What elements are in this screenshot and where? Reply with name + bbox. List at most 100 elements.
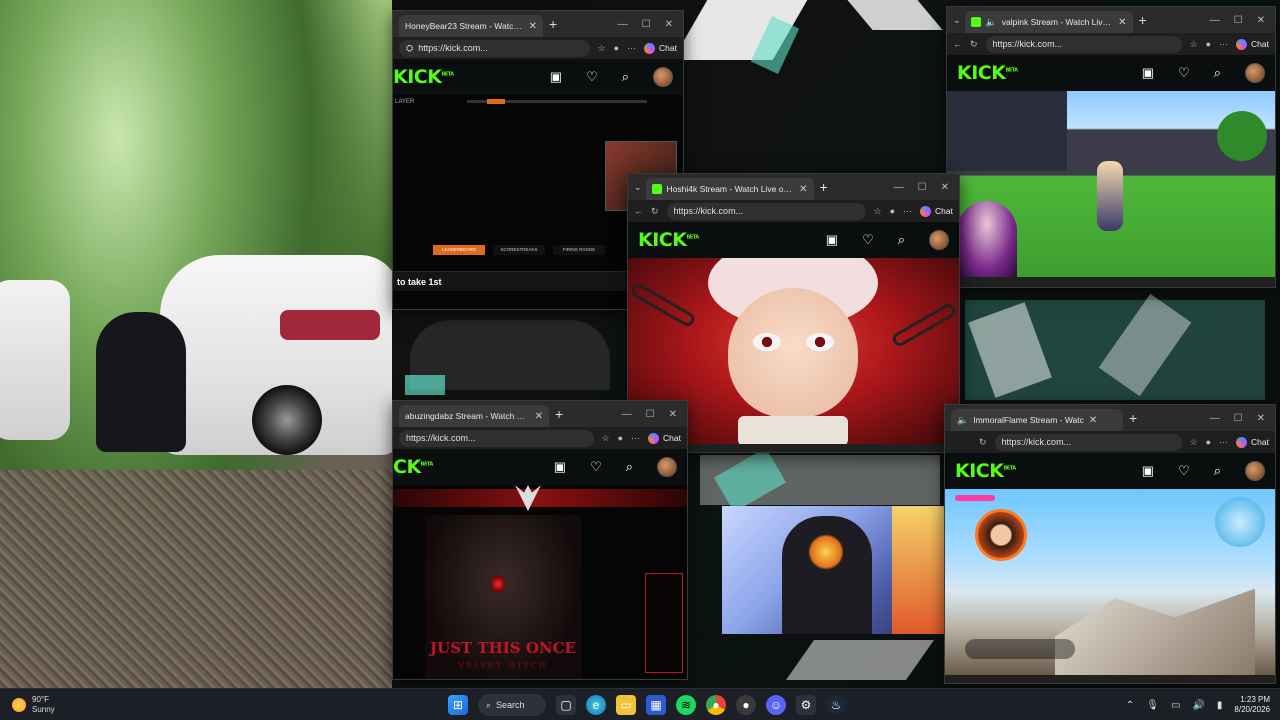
heart-icon[interactable]: ♡	[862, 232, 874, 248]
minimize-icon[interactable]: —	[618, 19, 628, 30]
search-icon[interactable]: ⌕	[622, 69, 629, 85]
app-icon[interactable]: ●	[736, 695, 756, 715]
browse-icon[interactable]: ▣	[554, 459, 566, 475]
more-icon[interactable]: ···	[631, 433, 640, 443]
chrome-icon[interactable]: ●	[706, 695, 726, 715]
chat-button[interactable]: Chat	[648, 432, 681, 444]
search-icon[interactable]: ⌕	[626, 459, 633, 475]
minimize-icon[interactable]: —	[894, 182, 904, 193]
stream-video[interactable]	[947, 91, 1275, 277]
minimize-icon[interactable]: —	[622, 409, 632, 420]
avatar[interactable]	[657, 457, 677, 477]
browse-icon[interactable]: ▣	[826, 232, 838, 248]
task-view-icon[interactable]: ▢	[556, 695, 576, 715]
steam-icon[interactable]: ♨	[826, 695, 846, 715]
network-icon[interactable]: ▭	[1171, 700, 1180, 711]
url-field[interactable]: https://kick.com...	[994, 433, 1182, 451]
new-tab-button[interactable]: +	[1129, 410, 1137, 426]
maximize-icon[interactable]: ☐	[1234, 413, 1243, 424]
more-icon[interactable]: ···	[1219, 437, 1228, 447]
star-icon[interactable]: ☆	[874, 206, 882, 217]
profile-icon[interactable]: ●	[618, 433, 623, 443]
profile-icon[interactable]: ●	[890, 206, 895, 216]
back-icon[interactable]: ←	[634, 206, 643, 216]
star-icon[interactable]: ☆	[1190, 39, 1198, 50]
more-icon[interactable]: ···	[627, 43, 636, 53]
more-icon[interactable]: ···	[903, 206, 912, 216]
chat-button[interactable]: Chat	[644, 42, 677, 54]
tab-list-icon[interactable]: ⌄	[634, 182, 642, 193]
reload-icon[interactable]: ↻	[651, 206, 659, 217]
heart-icon[interactable]: ♡	[1178, 463, 1190, 479]
maximize-icon[interactable]: ☐	[646, 409, 655, 420]
close-window-icon[interactable]: ✕	[941, 182, 949, 193]
discord-icon[interactable]: ☺	[766, 695, 786, 715]
edge-icon[interactable]: e	[586, 695, 606, 715]
menu-button-scorestreaks[interactable]: SCORESTREAKS	[493, 245, 545, 255]
heart-icon[interactable]: ♡	[586, 69, 598, 85]
search-icon[interactable]: ⌕	[898, 232, 905, 248]
close-tab-icon[interactable]: ✕	[529, 21, 537, 32]
url-field[interactable]: https://kick.com...	[399, 429, 594, 447]
star-icon[interactable]: ☆	[602, 433, 610, 444]
more-icon[interactable]: ···	[1219, 39, 1228, 49]
chevron-up-icon[interactable]: ⌃	[1126, 700, 1134, 711]
browser-tab[interactable]: 🔈 ImmoralFlame Stream - Watc ✕	[951, 409, 1123, 431]
reload-icon[interactable]: ↻	[970, 39, 978, 50]
close-window-icon[interactable]: ✕	[1257, 413, 1265, 424]
heart-icon[interactable]: ♡	[590, 459, 602, 475]
chat-button[interactable]: Chat	[920, 205, 953, 217]
menu-button-leaderboard[interactable]: LEADERBOARD	[433, 245, 485, 255]
close-tab-icon[interactable]: ✕	[1089, 415, 1097, 426]
browser-tab[interactable]: HoneyBear23 Stream - Watch Live ✕	[399, 15, 543, 37]
close-tab-icon[interactable]: ✕	[799, 184, 807, 195]
browse-icon[interactable]: ▣	[1142, 463, 1154, 479]
kick-logo[interactable]: KICKBETA	[955, 460, 1016, 482]
tab-list-icon[interactable]: ⌄	[953, 15, 961, 26]
browser-window-abuzingdabz[interactable]: abuzingdabz Stream - Watch Live ✕ + — ☐ …	[392, 400, 688, 680]
avatar[interactable]	[1245, 461, 1265, 481]
profile-icon[interactable]: ●	[1206, 437, 1211, 447]
new-tab-button[interactable]: +	[549, 16, 557, 32]
chat-button[interactable]: Chat	[1236, 38, 1269, 50]
volume-icon[interactable]: 🔊	[1192, 700, 1204, 711]
maximize-icon[interactable]: ☐	[642, 19, 651, 30]
browser-tab[interactable]: Hoshi4k Stream - Watch Live on K ✕	[645, 178, 814, 200]
browser-tab[interactable]: 🔈 valpink Stream - Watch Live o ✕	[964, 11, 1133, 33]
avatar[interactable]	[929, 230, 949, 250]
close-window-icon[interactable]: ✕	[1257, 15, 1265, 26]
microphone-icon[interactable]: 🎙	[1146, 700, 1159, 711]
close-tab-icon[interactable]: ✕	[535, 411, 543, 422]
browse-icon[interactable]: ▣	[1142, 65, 1154, 81]
menu-button-firing-range[interactable]: FIRING RANGE	[553, 245, 605, 255]
minimize-icon[interactable]: —	[1210, 15, 1220, 26]
maximize-icon[interactable]: ☐	[918, 182, 927, 193]
search-icon[interactable]: ⌕	[1214, 65, 1221, 81]
spotify-icon[interactable]: ≋	[676, 695, 696, 715]
profile-icon[interactable]: ●	[1206, 39, 1211, 49]
url-field[interactable]: https://kick.com...	[666, 202, 866, 220]
maximize-icon[interactable]: ☐	[1234, 15, 1243, 26]
profile-icon[interactable]: ●	[614, 43, 619, 53]
url-field[interactable]: ⛭ https://kick.com...	[399, 39, 590, 57]
battery-icon[interactable]: ▮	[1217, 700, 1223, 711]
close-window-icon[interactable]: ✕	[665, 19, 673, 30]
browse-icon[interactable]: ▣	[550, 69, 562, 85]
chat-button[interactable]: Chat	[1236, 436, 1269, 448]
close-tab-icon[interactable]: ✕	[1118, 17, 1126, 28]
kick-logo[interactable]: KICKBETA	[393, 66, 454, 88]
store-icon[interactable]: ▦	[646, 695, 666, 715]
settings-icon[interactable]: ⚙	[796, 695, 816, 715]
minimize-icon[interactable]: —	[1210, 413, 1220, 424]
stream-video[interactable]: JUST THIS ONCE VELVET WITCH	[393, 485, 687, 679]
file-explorer-icon[interactable]: ▭	[616, 695, 636, 715]
back-icon[interactable]: ←	[953, 39, 962, 49]
browser-window-immoralflame[interactable]: 🔈 ImmoralFlame Stream - Watc ✕ + — ☐ ✕ ↻…	[944, 404, 1276, 684]
stream-video[interactable]	[945, 489, 1275, 675]
new-tab-button[interactable]: +	[555, 406, 563, 422]
audio-icon[interactable]: 🔈	[986, 17, 997, 28]
close-window-icon[interactable]: ✕	[669, 409, 677, 420]
new-tab-button[interactable]: +	[1139, 12, 1147, 28]
star-icon[interactable]: ☆	[1190, 437, 1198, 448]
weather-widget[interactable]: 90°F Sunny	[0, 695, 200, 715]
